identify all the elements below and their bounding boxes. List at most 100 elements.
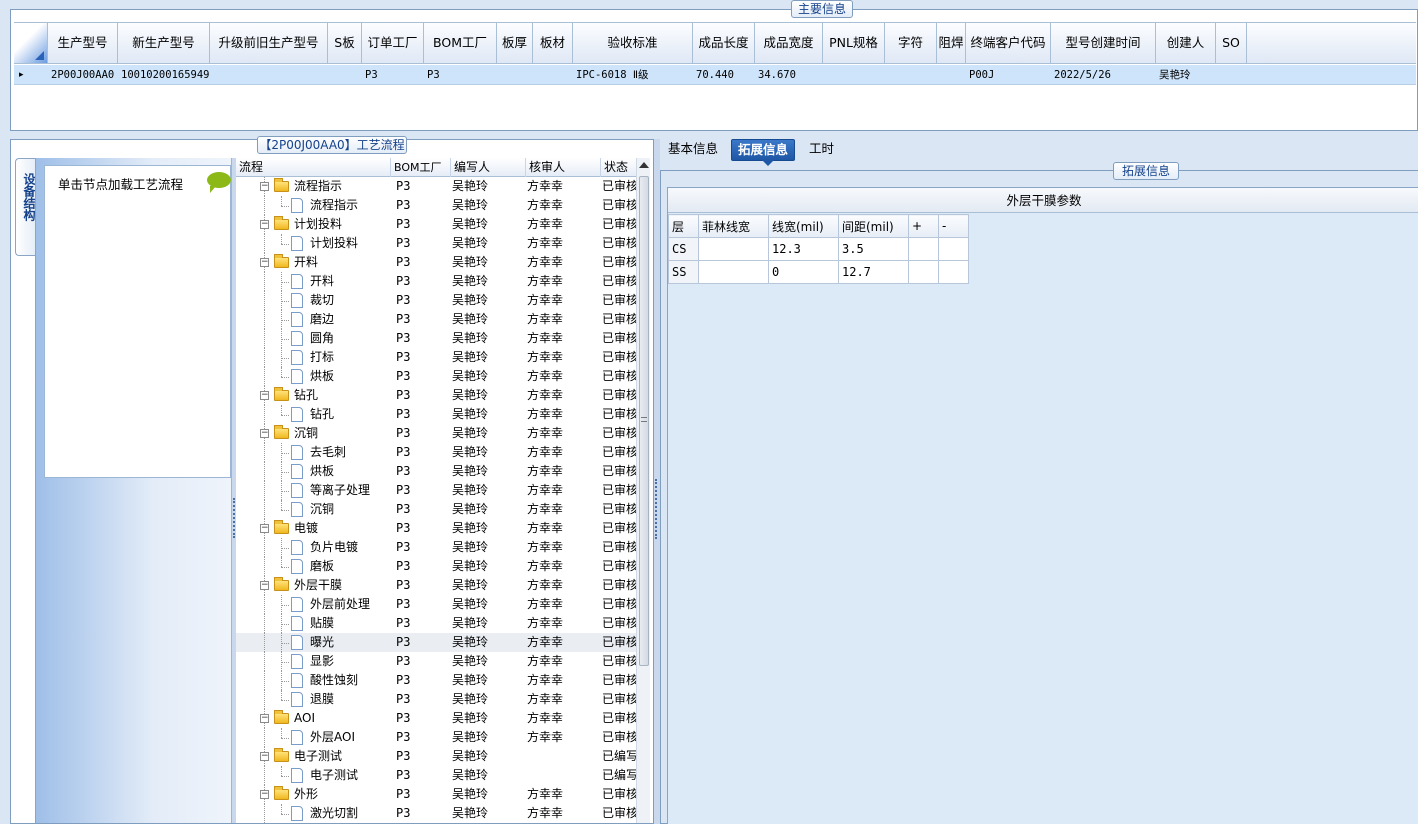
tree-column-header[interactable]: 编写人 bbox=[451, 158, 526, 177]
column-header[interactable]: 型号创建时间 bbox=[1051, 23, 1156, 63]
tree-row[interactable]: 钻孔 P3 吴艳玲 方幸幸 已审核 bbox=[236, 405, 636, 424]
scroll-thumb[interactable] bbox=[639, 176, 649, 666]
tree-row[interactable]: 电子测试 P3 吴艳玲 已编写 bbox=[236, 766, 636, 785]
tree-row[interactable]: − 钻孔 P3 吴艳玲 方幸幸 已审核 bbox=[236, 386, 636, 405]
tree-column-header[interactable]: 流程 bbox=[236, 158, 391, 177]
tree-row[interactable]: 流程指示 P3 吴艳玲 方幸幸 已审核 bbox=[236, 196, 636, 215]
tree-row[interactable]: 负片电镀 P3 吴艳玲 方幸幸 已审核 bbox=[236, 538, 636, 557]
expand-toggle-icon[interactable]: − bbox=[260, 220, 269, 229]
expand-toggle-icon[interactable]: − bbox=[260, 714, 269, 723]
tree-row[interactable]: − 流程指示 P3 吴艳玲 方幸幸 已审核 bbox=[236, 177, 636, 196]
tree-column-header[interactable]: 状态 bbox=[601, 158, 641, 177]
expand-toggle-icon[interactable]: − bbox=[260, 581, 269, 590]
ext-cell-layer[interactable]: SS bbox=[668, 260, 699, 284]
column-header[interactable]: 验收标准 bbox=[573, 23, 693, 63]
column-header[interactable]: 成品宽度 bbox=[755, 23, 823, 63]
tree-row[interactable]: − 电镀 P3 吴艳玲 方幸幸 已审核 bbox=[236, 519, 636, 538]
tab-work-hours[interactable]: 工时 bbox=[803, 139, 840, 161]
tree-row[interactable]: 退膜 P3 吴艳玲 方幸幸 已审核 bbox=[236, 690, 636, 709]
tree-cell-status: 已编写 bbox=[602, 768, 636, 782]
tree-cell-bom: P3 bbox=[396, 654, 411, 668]
column-header[interactable]: 订单工厂 bbox=[362, 23, 424, 63]
column-header[interactable]: PNL规格 bbox=[823, 23, 885, 63]
tree-row[interactable]: − 沉铜 P3 吴艳玲 方幸幸 已审核 bbox=[236, 424, 636, 443]
main-info-header: 生产型号 新生产型号 升级前旧生产型号 S板 订单工厂 BOM工厂 板厚 板材 验收标准 成品长度… bbox=[14, 22, 1416, 64]
tree-row[interactable]: 圆角 P3 吴艳玲 方幸幸 已审核 bbox=[236, 329, 636, 348]
tree-row[interactable]: 沉铜 P3 吴艳玲 方幸幸 已审核 bbox=[236, 500, 636, 519]
column-header[interactable]: 新生产型号 bbox=[118, 23, 210, 63]
tree-row[interactable]: 烘板 P3 吴艳玲 方幸幸 已审核 bbox=[236, 367, 636, 386]
tree-row[interactable]: 磨边 P3 吴艳玲 方幸幸 已审核 bbox=[236, 310, 636, 329]
tree-row[interactable]: 酸性蚀刻 P3 吴艳玲 方幸幸 已审核 bbox=[236, 671, 636, 690]
tree-row[interactable]: 去毛刺 P3 吴艳玲 方幸幸 已审核 bbox=[236, 443, 636, 462]
tree-row[interactable]: 磨板 P3 吴艳玲 方幸幸 已审核 bbox=[236, 557, 636, 576]
tree-row[interactable]: − 外层干膜 P3 吴艳玲 方幸幸 已审核 bbox=[236, 576, 636, 595]
ext-column-header[interactable]: + bbox=[908, 214, 939, 238]
column-header[interactable]: 阻焊 bbox=[937, 23, 966, 63]
column-header[interactable]: 生产型号 bbox=[48, 23, 118, 63]
tree-column-header[interactable]: 核审人 bbox=[526, 158, 601, 177]
dry-film-table[interactable]: 层菲林线宽 线宽(mil) 间距(mil) + - CS 12.3 3.5 SS 0 12.7 bbox=[668, 214, 969, 284]
ext-cell-width[interactable]: 12.3 bbox=[768, 237, 839, 261]
tree-row[interactable]: 激光切割 P3 吴艳玲 方幸幸 已审核 bbox=[236, 804, 636, 823]
tab-basic-info[interactable]: 基本信息 bbox=[662, 139, 724, 161]
tree-row[interactable]: − 电子测试 P3 吴艳玲 已编写 bbox=[236, 747, 636, 766]
node-card[interactable]: 单击节点加载工艺流程 bbox=[44, 165, 231, 478]
column-header[interactable]: 升级前旧生产型号 bbox=[210, 23, 328, 63]
expand-toggle-icon[interactable]: − bbox=[260, 391, 269, 400]
table-row[interactable]: ▸ 2P00J00AA0 10010200165949 P3 P3 IPC-6018 Ⅱ… bbox=[14, 65, 1416, 85]
column-header[interactable]: 创建人 bbox=[1156, 23, 1216, 63]
expand-toggle-icon[interactable]: − bbox=[260, 182, 269, 191]
tree-cell-writer: 吴艳玲 bbox=[452, 635, 489, 649]
ext-cell-film[interactable] bbox=[698, 260, 769, 284]
column-header[interactable]: 板厚 bbox=[497, 23, 533, 63]
expand-toggle-icon[interactable]: − bbox=[260, 429, 269, 438]
tree-row[interactable]: 显影 P3 吴艳玲 方幸幸 已审核 bbox=[236, 652, 636, 671]
tree-line bbox=[281, 804, 282, 814]
tree-cell-reviewer: 方幸幸 bbox=[527, 521, 564, 535]
ext-cell-layer[interactable]: CS bbox=[668, 237, 699, 261]
process-tree[interactable]: 流程 BOM工厂 编写人 核审人 状态 − 流程指示 P3 吴艳玲 方幸幸 已审核 流程指示 P3 吴艳… bbox=[236, 158, 650, 823]
expand-toggle-icon[interactable]: − bbox=[260, 752, 269, 761]
tree-row[interactable]: 裁切 P3 吴艳玲 方幸幸 已审核 bbox=[236, 291, 636, 310]
column-header[interactable]: 字符 bbox=[885, 23, 937, 63]
scroll-up-icon[interactable] bbox=[639, 162, 649, 168]
ext-column-header[interactable]: - bbox=[938, 214, 969, 238]
column-header[interactable]: 成品长度 bbox=[693, 23, 755, 63]
tree-row[interactable]: 烘板 P3 吴艳玲 方幸幸 已审核 bbox=[236, 462, 636, 481]
ext-cell-spacing[interactable]: 3.5 bbox=[838, 237, 909, 261]
column-header[interactable]: SO bbox=[1216, 23, 1247, 63]
ext-cell-width[interactable]: 0 bbox=[768, 260, 839, 284]
tree-row[interactable]: 等离子处理 P3 吴艳玲 方幸幸 已审核 bbox=[236, 481, 636, 500]
table-row[interactable]: CS 12.3 3.5 bbox=[668, 237, 969, 261]
column-header[interactable]: 终端客户代码 bbox=[966, 23, 1051, 63]
ext-cell-spacing[interactable]: 12.7 bbox=[838, 260, 909, 284]
tree-cell-status: 已审核 bbox=[602, 521, 636, 535]
tree-row[interactable]: 外层AOI P3 吴艳玲 方幸幸 已审核 bbox=[236, 728, 636, 747]
select-all-corner[interactable] bbox=[14, 23, 48, 63]
tree-line bbox=[281, 339, 289, 340]
column-header[interactable]: 板材 bbox=[533, 23, 573, 63]
expand-toggle-icon[interactable]: − bbox=[260, 790, 269, 799]
tree-scrollbar[interactable] bbox=[636, 158, 650, 823]
tree-cell-status: 已审核 bbox=[602, 616, 636, 630]
tree-row[interactable]: − 开料 P3 吴艳玲 方幸幸 已审核 bbox=[236, 253, 636, 272]
tree-row[interactable]: 开料 P3 吴艳玲 方幸幸 已审核 bbox=[236, 272, 636, 291]
column-header[interactable]: BOM工厂 bbox=[424, 23, 497, 63]
tab-ext-info[interactable]: 拓展信息 bbox=[731, 139, 796, 166]
tree-row[interactable]: 曝光 P3 吴艳玲 方幸幸 已审核 bbox=[236, 633, 636, 652]
expand-toggle-icon[interactable]: − bbox=[260, 258, 269, 267]
tree-row[interactable]: − 计划投料 P3 吴艳玲 方幸幸 已审核 bbox=[236, 215, 636, 234]
tree-cell-status: 已审核 bbox=[602, 445, 636, 459]
expand-toggle-icon[interactable]: − bbox=[260, 524, 269, 533]
tree-row[interactable]: 贴膜 P3 吴艳玲 方幸幸 已审核 bbox=[236, 614, 636, 633]
tree-row[interactable]: 计划投料 P3 吴艳玲 方幸幸 已审核 bbox=[236, 234, 636, 253]
table-row[interactable]: SS 0 12.7 bbox=[668, 260, 969, 284]
tree-row[interactable]: 外层前处理 P3 吴艳玲 方幸幸 已审核 bbox=[236, 595, 636, 614]
tree-row[interactable]: 打标 P3 吴艳玲 方幸幸 已审核 bbox=[236, 348, 636, 367]
tree-row[interactable]: − 外形 P3 吴艳玲 方幸幸 已审核 bbox=[236, 785, 636, 804]
tree-column-header[interactable]: BOM工厂 bbox=[391, 158, 451, 177]
tree-row[interactable]: − AOI P3 吴艳玲 方幸幸 已审核 bbox=[236, 709, 636, 728]
column-header[interactable]: S板 bbox=[328, 23, 362, 63]
ext-cell-film[interactable] bbox=[698, 237, 769, 261]
